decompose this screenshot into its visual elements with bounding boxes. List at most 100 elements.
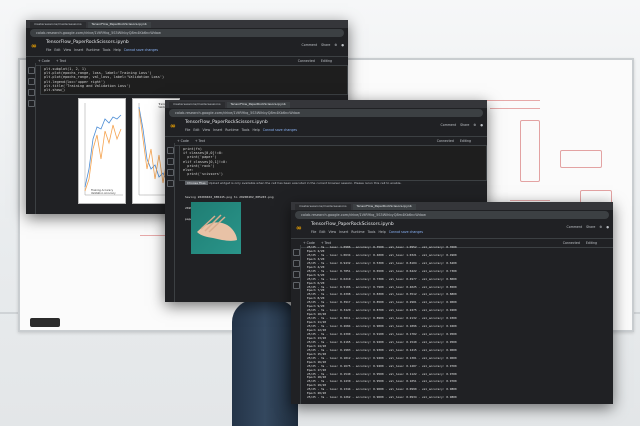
- comment-button[interactable]: Comment: [441, 123, 457, 127]
- code-snippets-icon[interactable]: [293, 271, 300, 278]
- settings-gear-icon[interactable]: ⚙: [473, 123, 476, 127]
- notebook-title[interactable]: TensorFlow_PaperRockScissors.ipynb: [311, 222, 394, 227]
- browser-tabbar: mastersessions/mastersessions TensorFlow…: [165, 100, 487, 108]
- code-snippets-icon[interactable]: [28, 89, 35, 96]
- comment-button[interactable]: Comment: [302, 43, 318, 47]
- upload-widget: Choose Files Upload widget is only avail…: [185, 181, 481, 187]
- header-actions: Comment Share ⚙ ●: [563, 225, 609, 229]
- browser-tabbar: mastersessions/mastersessions TensorFlow…: [26, 20, 348, 28]
- menu-insert[interactable]: Insert: [213, 128, 222, 132]
- code-snippets-icon[interactable]: [167, 169, 174, 176]
- connected-indicator[interactable]: Connected: [298, 59, 315, 63]
- share-button[interactable]: Share: [586, 225, 595, 229]
- left-sidebar: [165, 143, 175, 302]
- runtime-status: Connected Editing: [298, 57, 338, 65]
- notebook-title[interactable]: TensorFlow_PaperRockScissors.ipynb: [185, 120, 268, 125]
- marker-drawing: [560, 150, 602, 168]
- marker-scribble: [510, 200, 550, 201]
- menu-file[interactable]: File: [185, 128, 190, 132]
- colab-logo-icon: ∞: [31, 42, 37, 50]
- settings-gear-icon[interactable]: ⚙: [599, 225, 602, 229]
- url-bar[interactable]: colab.research.google.com/drive/1VtR9kq_…: [30, 29, 344, 37]
- menu-edit[interactable]: Edit: [319, 230, 325, 234]
- settings-gear-icon[interactable]: ⚙: [334, 43, 337, 47]
- menu-view[interactable]: View: [64, 48, 72, 52]
- colab-logo-icon: ∞: [170, 122, 176, 130]
- add-text-button[interactable]: + Text: [195, 139, 205, 143]
- menu-bar: File Edit View Insert Runtime Tools Help Cannot…: [185, 128, 300, 132]
- connected-indicator[interactable]: Connected: [437, 139, 454, 143]
- menu-tools[interactable]: Tools: [368, 230, 376, 234]
- code-cell[interactable]: plt.subplot(1, 2, 1) plt.plot(epochs_ran…: [40, 65, 348, 95]
- accuracy-plot: Training Accuracy Validation Accuracy: [78, 98, 126, 204]
- menu-insert[interactable]: Insert: [339, 230, 348, 234]
- colab-window-training-log: mastersessions/mastersessions TensorFlow…: [291, 202, 613, 404]
- share-button[interactable]: Share: [321, 43, 330, 47]
- marker-drawing: [520, 120, 540, 182]
- browser-tab[interactable]: mastersessions/mastersessions: [169, 102, 225, 108]
- epoch-metrics-line: 25/25 - 3s - loss: 0.1262 - accuracy: 0.…: [307, 395, 457, 400]
- menu-runtime[interactable]: Runtime: [351, 230, 364, 234]
- share-button[interactable]: Share: [460, 123, 469, 127]
- toc-icon[interactable]: [28, 67, 35, 74]
- uploaded-hand-image: [191, 202, 241, 254]
- editing-toggle[interactable]: Editing: [460, 139, 471, 143]
- url-bar[interactable]: colab.research.google.com/drive/1VtR9kq_…: [169, 109, 483, 117]
- avatar[interactable]: ●: [480, 123, 483, 127]
- save-status-link[interactable]: Cannot save changes: [263, 128, 297, 132]
- code-cell[interactable]: print(fn) if classes[0,0]!=0: print('pap…: [179, 145, 487, 181]
- runtime-status: Connected Editing: [437, 137, 477, 145]
- menu-insert[interactable]: Insert: [74, 48, 83, 52]
- avatar[interactable]: ●: [341, 43, 344, 47]
- accuracy-plot-svg: [84, 103, 123, 196]
- browser-tab-active[interactable]: TensorFlow_PaperRockScissors.ipynb: [87, 22, 151, 28]
- menu-help[interactable]: Help: [252, 128, 259, 132]
- connected-indicator[interactable]: Connected: [563, 241, 580, 245]
- notebook-title[interactable]: TensorFlow_PaperRockScissors.ipynb: [46, 40, 129, 45]
- save-status-link[interactable]: Cannot save changes: [124, 48, 158, 52]
- toc-icon[interactable]: [293, 249, 300, 256]
- folder-icon[interactable]: [167, 180, 174, 187]
- browser-tab-active[interactable]: TensorFlow_PaperRockScissors.ipynb: [352, 204, 416, 210]
- menu-edit[interactable]: Edit: [54, 48, 60, 52]
- add-text-button[interactable]: + Text: [56, 59, 66, 63]
- menu-view[interactable]: View: [203, 128, 211, 132]
- comment-button[interactable]: Comment: [567, 225, 583, 229]
- menu-runtime[interactable]: Runtime: [86, 48, 99, 52]
- training-accuracy-line: [84, 114, 122, 188]
- menu-help[interactable]: Help: [113, 48, 120, 52]
- choose-files-button[interactable]: Choose Files: [185, 181, 208, 185]
- browser-tab-active[interactable]: TensorFlow_PaperRockScissors.ipynb: [226, 102, 290, 108]
- editing-toggle[interactable]: Editing: [321, 59, 332, 63]
- menu-tools[interactable]: Tools: [242, 128, 250, 132]
- menu-help[interactable]: Help: [378, 230, 385, 234]
- search-icon[interactable]: [28, 78, 35, 85]
- menu-file[interactable]: File: [46, 48, 51, 52]
- toc-icon[interactable]: [167, 147, 174, 154]
- folder-icon[interactable]: [28, 100, 35, 107]
- save-status-link[interactable]: Cannot save changes: [389, 230, 423, 234]
- search-icon[interactable]: [167, 158, 174, 165]
- add-code-button[interactable]: + Code: [38, 59, 50, 63]
- browser-tab[interactable]: mastersessions/mastersessions: [295, 204, 351, 210]
- folder-icon[interactable]: [293, 282, 300, 289]
- add-text-button[interactable]: + Text: [321, 241, 331, 245]
- add-code-button[interactable]: + Code: [177, 139, 189, 143]
- search-icon[interactable]: [293, 260, 300, 267]
- menu-view[interactable]: View: [329, 230, 337, 234]
- left-sidebar: [291, 245, 301, 404]
- upload-notice: Upload widget is only available when the…: [208, 181, 402, 185]
- editing-toggle[interactable]: Editing: [586, 241, 597, 245]
- menu-edit[interactable]: Edit: [193, 128, 199, 132]
- legend-item: Validation Accuracy: [91, 192, 116, 195]
- menu-runtime[interactable]: Runtime: [225, 128, 238, 132]
- menu-tools[interactable]: Tools: [103, 48, 111, 52]
- browser-tab[interactable]: mastersessions/mastersessions: [30, 22, 86, 28]
- url-bar[interactable]: colab.research.google.com/drive/1VtR9kq_…: [295, 211, 609, 219]
- person-silhouette: [232, 300, 298, 426]
- whiteboard-eraser: [30, 318, 60, 327]
- menu-bar: File Edit View Insert Runtime Tools Help Cannot…: [46, 48, 161, 52]
- add-code-button[interactable]: + Code: [303, 241, 315, 245]
- avatar[interactable]: ●: [606, 225, 609, 229]
- menu-file[interactable]: File: [311, 230, 316, 234]
